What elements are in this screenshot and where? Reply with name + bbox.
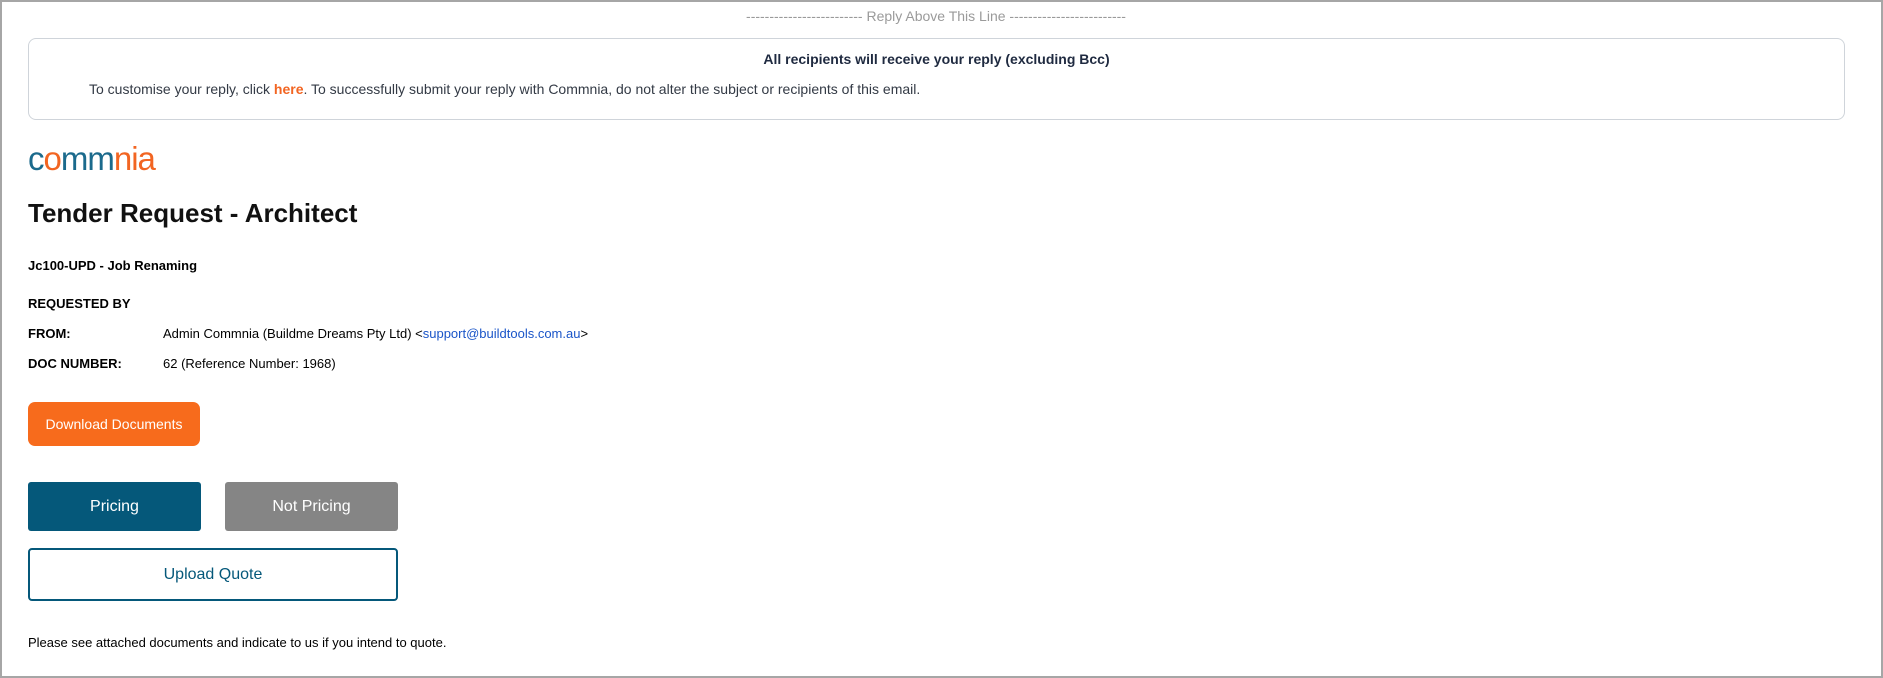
notice-title: All recipients will receive your reply (… <box>763 51 1110 67</box>
page-title: Tender Request - Architect <box>28 198 358 228</box>
from-email-link[interactable]: support@buildtools.com.au <box>423 326 581 341</box>
requested-by-label: REQUESTED BY <box>28 296 131 311</box>
logo-part-3: mm <box>60 140 115 177</box>
footer-message: Please see attached documents and indica… <box>28 635 447 650</box>
logo-part-2: o <box>43 140 62 177</box>
reply-notice-box: All recipients will receive your reply (… <box>28 38 1845 120</box>
notice-text-after: . To successfully submit your reply with… <box>303 81 921 97</box>
pricing-button[interactable]: Pricing <box>28 482 201 531</box>
email-frame: ------------------------- Reply Above Th… <box>0 0 1883 678</box>
logo-part-1: c <box>28 140 44 177</box>
reply-above-line: ------------------------- Reply Above Th… <box>746 8 1126 24</box>
notice-text-before: To customise your reply, click <box>89 81 274 97</box>
doc-number-value: 62 (Reference Number: 1968) <box>163 356 336 371</box>
commnia-logo: commnia <box>28 140 156 177</box>
logo-part-4: nia <box>113 140 156 177</box>
from-name: Admin Commnia (Buildme Dreams Pty Ltd) < <box>163 326 423 341</box>
from-value: Admin Commnia (Buildme Dreams Pty Ltd) <… <box>163 326 588 341</box>
customise-reply-link[interactable]: here <box>274 81 304 97</box>
notice-text: To customise your reply, click here. To … <box>89 81 920 97</box>
from-suffix: > <box>580 326 589 341</box>
not-pricing-button[interactable]: Not Pricing <box>225 482 398 531</box>
from-label: FROM: <box>28 326 71 341</box>
download-documents-button[interactable]: Download Documents <box>28 402 200 446</box>
upload-quote-button[interactable]: Upload Quote <box>28 548 398 601</box>
doc-number-label: DOC NUMBER: <box>28 356 122 371</box>
job-name: Jc100-UPD - Job Renaming <box>28 258 198 273</box>
